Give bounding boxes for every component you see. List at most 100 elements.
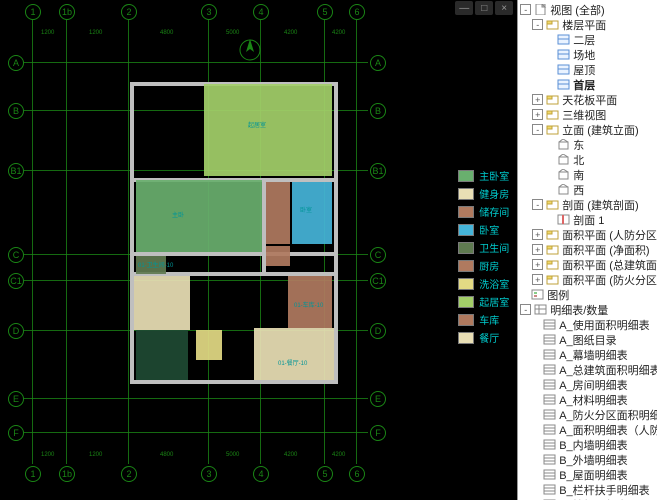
room-label: 01-车库-10 xyxy=(294,300,323,309)
grid-bubble-row: B1 xyxy=(8,163,24,179)
fold-icon xyxy=(546,109,559,120)
tree-item[interactable]: 屋顶 xyxy=(518,62,657,77)
tree-item[interactable]: A_总建筑面积明细表 xyxy=(518,362,657,377)
tree-label: 剖面 (建筑剖面) xyxy=(562,197,638,213)
tree-item[interactable]: -明细表/数量 xyxy=(518,302,657,317)
tree-item[interactable]: 东 xyxy=(518,137,657,152)
dimension-text: 4800 xyxy=(160,30,173,36)
room-label: 卧室 xyxy=(300,205,312,214)
tree-label: 立面 (建筑立面) xyxy=(562,122,638,138)
tree-label: B_楼板明细表 xyxy=(559,497,627,500)
expand-toggle[interactable]: - xyxy=(532,19,543,30)
tab-icon xyxy=(543,349,556,360)
tree-item[interactable]: B_栏杆扶手明细表 xyxy=(518,482,657,497)
tree-item[interactable]: 图例 xyxy=(518,287,657,302)
legend-item: 洗浴室 xyxy=(458,276,509,291)
tree-item[interactable]: A_防火分区面积明细表 xyxy=(518,407,657,422)
dimension-text: 1200 xyxy=(89,452,102,458)
expand-toggle[interactable]: + xyxy=(532,274,543,285)
room-master[interactable] xyxy=(136,180,262,252)
tree-item[interactable]: B_外墙明细表 xyxy=(518,452,657,467)
tree-label: 楼层平面 xyxy=(562,17,606,33)
tree-item[interactable]: + 三维视图 xyxy=(518,107,657,122)
dimension-text: 4200 xyxy=(284,30,297,36)
tab-icon xyxy=(543,394,556,405)
tab-icon xyxy=(543,379,556,390)
tree-item[interactable]: A_幕墙明细表 xyxy=(518,347,657,362)
tree-item[interactable]: +面积平面 (人防分区面积) xyxy=(518,227,657,242)
expand-toggle[interactable]: + xyxy=(532,109,543,120)
expand-toggle[interactable]: - xyxy=(520,4,531,15)
legend-swatch xyxy=(458,188,474,200)
expand-toggle[interactable]: + xyxy=(532,244,543,255)
tree-item[interactable]: + 面积平面 (净面积) xyxy=(518,242,657,257)
fold-icon xyxy=(546,244,559,255)
minimize-button[interactable]: — xyxy=(455,1,473,15)
tree-item[interactable]: +天花板平面 xyxy=(518,92,657,107)
tree-item[interactable]: B_内墙明细表 xyxy=(518,437,657,452)
tree-item[interactable]: B_屋面明细表 xyxy=(518,467,657,482)
tree-item[interactable]: + 面积平面 (防火分区面积) xyxy=(518,272,657,287)
expand-toggle[interactable]: - xyxy=(532,199,543,210)
tree-label: A_使用面积明细表 xyxy=(559,317,649,333)
grid-bubble-row: D xyxy=(8,323,24,339)
room-label: 起居室 xyxy=(248,120,266,129)
legend-item: 卧室 xyxy=(458,222,509,237)
tree-label: 面积平面 (净面积) xyxy=(562,242,649,258)
room-living[interactable] xyxy=(204,84,332,176)
fold-icon xyxy=(546,19,559,30)
plan-icon xyxy=(557,79,570,90)
maximize-button[interactable]: □ xyxy=(475,1,493,15)
tree-item[interactable]: 场地 xyxy=(518,47,657,62)
room-unk1[interactable] xyxy=(136,330,188,380)
tree-label: A_房间明细表 xyxy=(559,377,627,393)
sched-icon xyxy=(534,304,547,315)
grid-bubble-col: 2 xyxy=(121,466,137,482)
tree-label: 面积平面 (总建筑面积) xyxy=(562,257,657,273)
tab-icon xyxy=(543,484,556,495)
elev-icon xyxy=(557,184,570,195)
expand-toggle[interactable]: + xyxy=(532,259,543,270)
tree-item[interactable]: 南 xyxy=(518,167,657,182)
room-kitchen[interactable] xyxy=(266,182,290,244)
grid-bubble-col: 1 xyxy=(25,4,41,20)
tree-item[interactable]: A_房间明细表 xyxy=(518,377,657,392)
tree-item[interactable]: 剖面 1 xyxy=(518,212,657,227)
project-browser[interactable]: -视图 (全部)-楼层平面二层场地屋顶首层+天花板平面+三维视图-立面 (建筑立… xyxy=(517,0,657,500)
room-gym[interactable] xyxy=(134,276,190,330)
room-bath[interactable] xyxy=(196,330,222,360)
expand-toggle[interactable]: + xyxy=(532,94,543,105)
tree-label: 三维视图 xyxy=(562,107,606,123)
grid-bubble-row: C1 xyxy=(370,273,386,289)
tree-item[interactable]: - 楼层平面 xyxy=(518,17,657,32)
grid-bubble-col: 2 xyxy=(121,4,137,20)
tree-item[interactable]: - 剖面 (建筑剖面) xyxy=(518,197,657,212)
close-button[interactable]: × xyxy=(495,1,513,15)
room-dining[interactable] xyxy=(254,328,334,380)
tree-label: 场地 xyxy=(573,47,595,63)
expand-toggle[interactable]: - xyxy=(520,304,531,315)
tree-item[interactable]: 首层 xyxy=(518,77,657,92)
tree-label: B_屋面明细表 xyxy=(559,467,627,483)
tree-item[interactable]: - 立面 (建筑立面) xyxy=(518,122,657,137)
drawing-canvas[interactable]: — □ × 111b1b2233445566AABBB1B1CCC1C1DDEE… xyxy=(0,0,517,500)
gridline-horizontal xyxy=(24,62,368,63)
tree-item[interactable]: 西 xyxy=(518,182,657,197)
tree-item[interactable]: 北 xyxy=(518,152,657,167)
tree-item[interactable]: + 面积平面 (总建筑面积) xyxy=(518,257,657,272)
tree-item[interactable]: -视图 (全部) xyxy=(518,2,657,17)
tree-item[interactable]: A_材料明细表 xyxy=(518,392,657,407)
tree-item[interactable]: A_图纸目录 xyxy=(518,332,657,347)
tree-item[interactable]: 二层 xyxy=(518,32,657,47)
tab-icon xyxy=(543,469,556,480)
expand-toggle[interactable]: + xyxy=(532,229,543,240)
grid-bubble-col: 4 xyxy=(253,4,269,20)
room-store[interactable] xyxy=(266,246,290,266)
expand-toggle[interactable]: - xyxy=(532,124,543,135)
tree-item[interactable]: A_面积明细表（人防面积） xyxy=(518,422,657,437)
tree-label: A_图纸目录 xyxy=(559,332,616,348)
grid-bubble-col: 1b xyxy=(59,4,75,20)
tree-item[interactable]: A_使用面积明细表 xyxy=(518,317,657,332)
grid-bubble-row: A xyxy=(8,55,24,71)
tree-label: 面积平面 (防火分区面积) xyxy=(562,272,657,288)
